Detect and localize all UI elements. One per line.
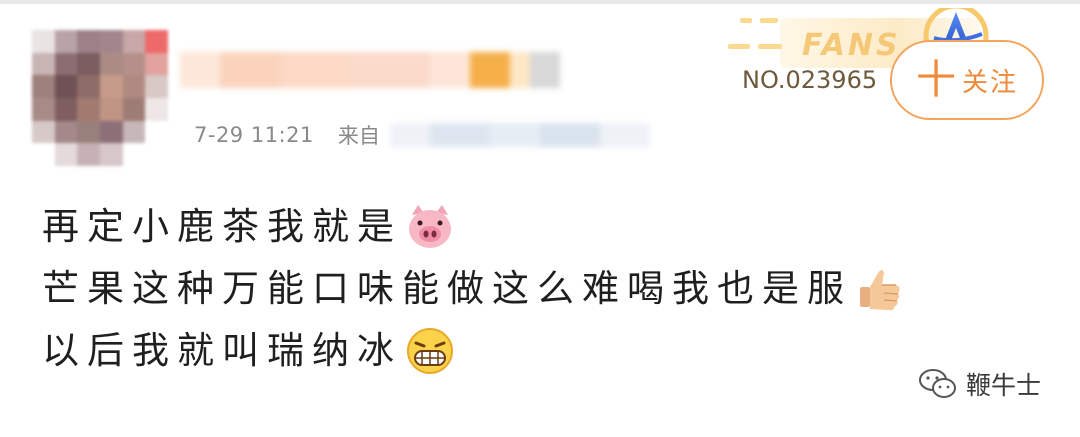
grinning-face-icon [407, 328, 453, 374]
username-blurred[interactable] [180, 52, 560, 88]
wechat-icon [919, 369, 956, 398]
post-meta: 7-29 11:21 来自 [194, 120, 650, 150]
pig-face-icon [409, 205, 451, 248]
source-label: 来自 [337, 124, 380, 148]
post-line: 以后我就叫瑞纳冰 [42, 320, 906, 382]
thumbs-up-icon [860, 270, 900, 311]
post-line-text: 以后我就叫瑞纳冰 [42, 329, 402, 372]
plus-icon: 十 [915, 57, 956, 103]
watermark: 鞭牛士 [918, 366, 1041, 402]
post-line: 再定小鹿茶我就是 [42, 196, 906, 258]
source-blurred[interactable] [389, 123, 650, 147]
post-line: 芒果这种万能口味能做这么难喝我也是服 [42, 258, 906, 320]
post-card: 7-29 11:21 来自 FANS NO.023965 十 关注 再定小鹿茶我… [0, 0, 1080, 437]
fans-number: NO.023965 [742, 66, 878, 94]
avatar[interactable] [32, 30, 168, 166]
follow-label: 关注 [961, 67, 1018, 98]
watermark-name: 鞭牛士 [966, 371, 1042, 400]
post-line-text: 再定小鹿茶我就是 [42, 205, 402, 248]
follow-button[interactable]: 十 关注 [890, 40, 1044, 120]
top-divider [0, 0, 1080, 4]
fans-label: FANS [802, 28, 901, 63]
post-timestamp: 7-29 11:21 [194, 123, 314, 147]
post-body: 再定小鹿茶我就是 芒果这种万能口味能做这么难喝我也是服 以后我就叫瑞纳冰 [42, 196, 906, 382]
post-line-text: 芒果这种万能口味能做这么难喝我也是服 [42, 267, 852, 310]
